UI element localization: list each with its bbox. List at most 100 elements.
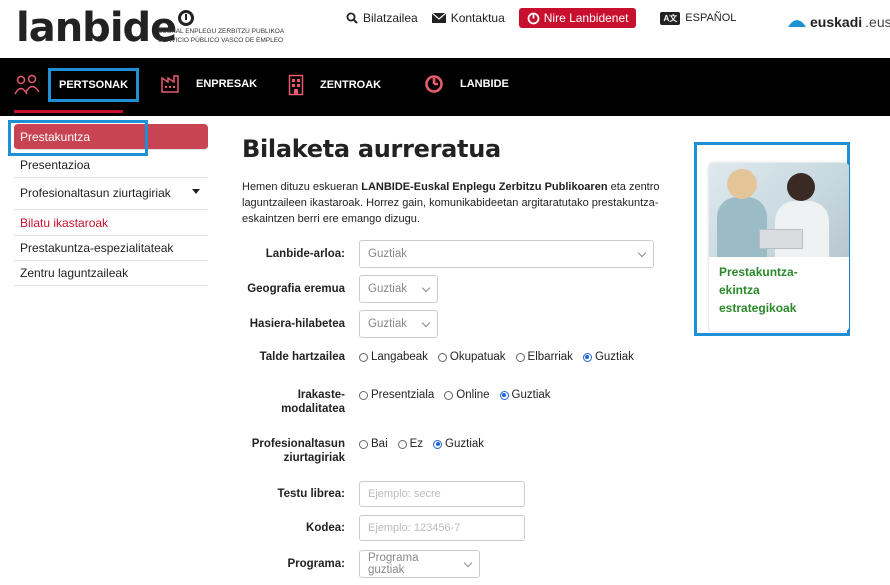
kodea-input[interactable]: Ejemplo: 123456-7 — [359, 515, 525, 541]
nav-enpresak[interactable]: ENPRESAK — [160, 74, 257, 94]
radio-circle-icon — [359, 390, 368, 400]
power-logo-icon — [178, 10, 195, 26]
euskadi-suffix: .eus — [865, 14, 890, 30]
intro-text-bold: LANBIDE-Euskal Enplegu Zerbitzu Publikoa… — [361, 181, 608, 193]
top-links: Bilatzailea Kontaktua Nire Lanbidenet A文… — [346, 8, 736, 28]
row-talde: Talde hartzailea Langabeak Okupatuak Elb… — [242, 350, 634, 364]
row-lanbide-arloa: Lanbide-arloa: Guztiak — [242, 240, 654, 268]
programa-value: Programa guztiak — [368, 552, 419, 576]
logo-subtitle-eu: EUSKAL ENPLEGU ZERBITZU PUBLIKOA — [158, 28, 285, 35]
contact-link-label: Kontaktua — [450, 11, 505, 25]
ziurtagiri-radio-group: Bai Ez Guztiak — [359, 438, 484, 450]
row-ziurtagiri: Profesionaltasun ziurtagiriak Bai Ez Guzt… — [242, 437, 484, 465]
nav-pertsonak-label: PERTSONAK — [48, 68, 140, 102]
modalitatea-label: Irakaste-modalitatea — [242, 388, 345, 416]
radio-label: Guztiak — [511, 389, 551, 401]
row-programa: Programa: Programa guztiak — [242, 550, 480, 578]
search-link[interactable]: Bilatzailea — [346, 11, 418, 25]
radio-langabeak[interactable]: Langabeak — [359, 351, 428, 363]
logo-subtitle: EUSKAL ENPLEGU ZERBITZU PUBLIKOA SERVICI… — [158, 27, 284, 45]
radio-online[interactable]: Online — [444, 389, 490, 401]
hasiera-label: Hasiera-hilabetea — [249, 318, 345, 330]
radio-selected-icon — [433, 439, 443, 449]
row-modalitatea: Irakaste-modalitatea Presentziala Online… — [242, 388, 551, 416]
chevron-down-icon — [637, 248, 647, 257]
promo-title-line-2: ekintza — [719, 283, 760, 297]
search-icon — [346, 12, 358, 24]
chevron-down-icon — [421, 318, 431, 327]
radio-talde-guztiak[interactable]: Guztiak — [582, 351, 634, 363]
promo-title-line-1: Prestakuntza- — [719, 265, 798, 279]
people-icon — [14, 74, 40, 95]
radio-modalitatea-guztiak[interactable]: Guztiak — [499, 389, 551, 401]
radio-ez[interactable]: Ez — [397, 438, 424, 450]
nav-zentroak-label: ZENTROAK — [320, 79, 382, 91]
radio-elbarriak[interactable]: Elbarriak — [515, 351, 573, 363]
radio-label: Presentziala — [371, 389, 435, 401]
language-switch[interactable]: A文 ESPAÑOL — [660, 11, 737, 25]
geografia-select[interactable]: Guztiak — [359, 275, 438, 303]
person-head-shape — [787, 173, 815, 201]
talde-label: Talde hartzailea — [259, 351, 345, 363]
highlight-prestakuntza — [8, 120, 148, 156]
nav-zentroak[interactable]: ZENTROAK — [288, 74, 381, 96]
radio-selected-icon — [499, 390, 509, 400]
radio-label: Online — [456, 389, 490, 401]
radio-circle-icon — [359, 352, 368, 362]
radio-presentziala[interactable]: Presentziala — [359, 389, 434, 401]
euskadi-arc-icon — [788, 20, 806, 27]
sidebar-item-ziurtagiriak-label: Profesionaltasun ziurtagiriak — [20, 186, 171, 200]
euskadi-text: euskadi — [810, 14, 863, 30]
factory-icon — [161, 75, 179, 93]
testu-librea-input[interactable]: Ejemplo: secre — [359, 481, 525, 507]
caret-down-icon[interactable] — [192, 189, 200, 194]
promo-photo — [709, 163, 849, 257]
nav-pertsonak[interactable]: PERTSONAK — [14, 68, 140, 102]
intro-text-1: Hemen dituzu eskueran — [242, 181, 362, 193]
hasiera-select[interactable]: Guztiak — [359, 310, 438, 338]
lanbide-power-icon — [425, 75, 443, 93]
modalitatea-label-2: modalitatea — [281, 403, 345, 415]
radio-ziurtagiri-guztiak[interactable]: Guztiak — [433, 438, 484, 450]
logo-wordmark: lanbide — [16, 5, 177, 51]
lanbide-arloa-select[interactable]: Guztiak — [359, 240, 654, 268]
kodea-label: Kodea: — [306, 522, 345, 534]
search-link-label: Bilatzailea — [363, 11, 418, 25]
radio-label: Elbarriak — [527, 351, 573, 363]
sidebar-item-bilatu-ikastaroak[interactable]: Bilatu ikastaroak — [14, 210, 208, 236]
radio-label: Okupatuak — [449, 351, 506, 363]
ziurtagiri-label: Profesionaltasun ziurtagiriak — [242, 437, 345, 465]
sidebar-item-zentru-laguntzaileak[interactable]: Zentru laguntzaileak — [14, 261, 208, 286]
euskadi-logo[interactable]: euskadi .eus — [787, 14, 890, 30]
main-nav: PERTSONAK ENPRESAK ZENTROAK LANBIDE — [0, 58, 890, 116]
radio-bai[interactable]: Bai — [359, 438, 388, 450]
radio-label: Bai — [371, 438, 388, 450]
row-hasiera: Hasiera-hilabetea Guztiak — [242, 310, 438, 338]
radio-selected-icon — [582, 352, 592, 362]
testu-librea-label: Testu librea: — [277, 488, 345, 500]
page-title: Bilaketa aurreratua — [242, 135, 501, 163]
radio-circle-icon — [515, 352, 525, 362]
row-kodea: Kodea: Ejemplo: 123456-7 — [242, 515, 525, 541]
radio-okupatuak[interactable]: Okupatuak — [437, 351, 506, 363]
sidebar-item-ziurtagiriak[interactable]: Profesionaltasun ziurtagiriak — [14, 178, 208, 210]
chevron-down-icon — [421, 283, 431, 292]
programa-select[interactable]: Programa guztiak — [359, 550, 480, 578]
row-geografia: Geografia eremua Guztiak — [242, 275, 438, 303]
contact-link[interactable]: Kontaktua — [431, 11, 505, 25]
power-icon — [527, 12, 540, 24]
radio-label: Ez — [409, 438, 424, 450]
sidebar-item-espezialitateak[interactable]: Prestakuntza-espezialitateak — [14, 236, 208, 261]
envelope-icon — [431, 13, 446, 23]
intro-text: Hemen dituzu eskueran LANBIDE-Euskal Enp… — [242, 179, 687, 227]
language-label: ESPAÑOL — [685, 12, 737, 24]
promo-highlight: Prestakuntza- ekintza estrategikoak — [694, 142, 850, 336]
nire-lanbidenet-button[interactable]: Nire Lanbidenet — [518, 8, 637, 28]
radio-circle-icon — [359, 439, 368, 449]
promo-card-estrategikoak[interactable]: Prestakuntza- ekintza estrategikoak — [709, 163, 849, 331]
lanbide-arloa-label: Lanbide-arloa: — [265, 248, 345, 260]
nav-lanbide-label: LANBIDE — [460, 78, 509, 90]
ziurtagiri-label-2: ziurtagiriak — [283, 452, 345, 464]
nav-lanbide[interactable]: LANBIDE — [424, 74, 509, 94]
laptop-shape — [759, 229, 803, 249]
